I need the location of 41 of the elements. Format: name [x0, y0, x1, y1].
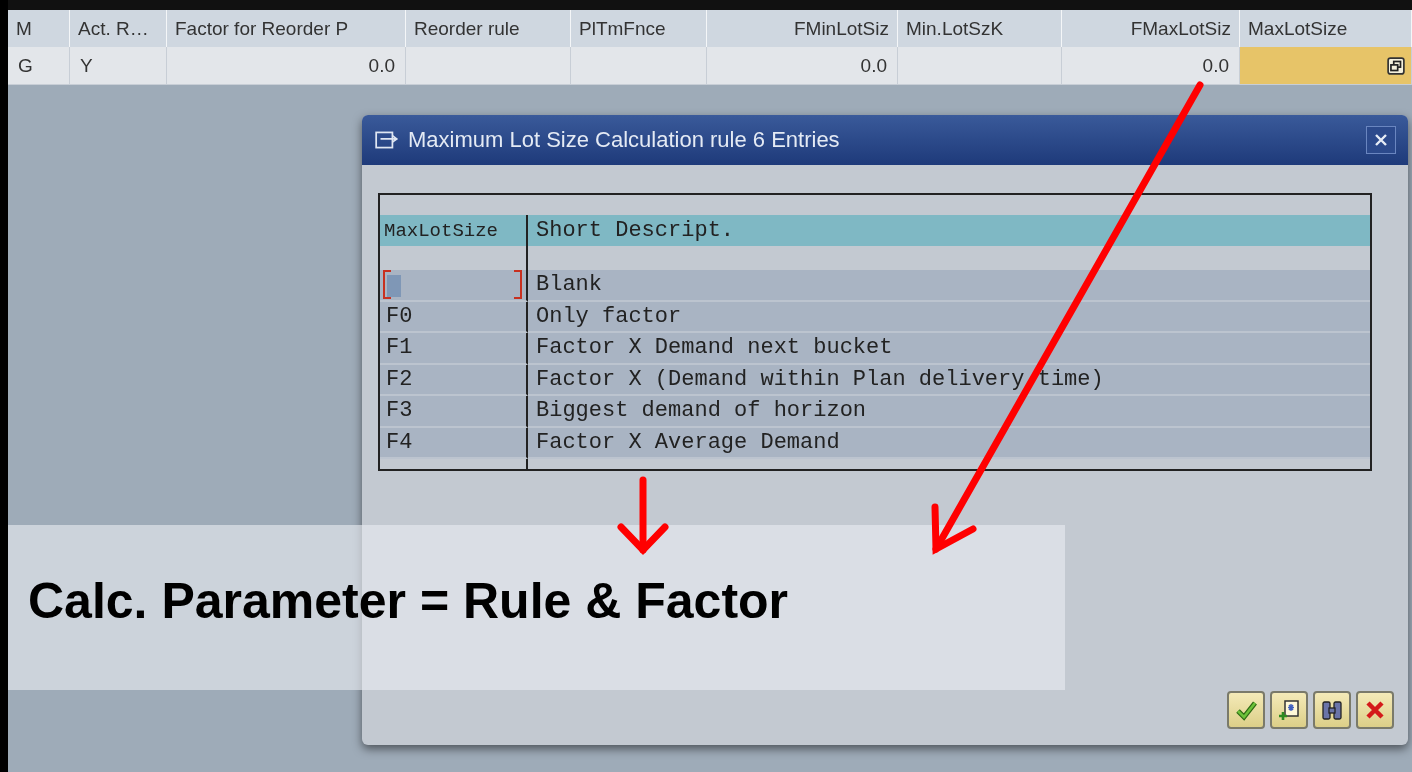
column-header[interactable]: Short Descript.	[528, 215, 1370, 246]
new-entry-button[interactable]	[1270, 691, 1308, 729]
table-cell[interactable]: Factor X Average Demand	[528, 427, 1370, 459]
table-cell[interactable]: F2	[380, 364, 528, 396]
table-cell: 0.0	[167, 47, 406, 85]
column-header[interactable]: Factor for Reorder P	[167, 10, 406, 47]
table-cell[interactable]: Factor X Demand next bucket	[528, 333, 1370, 365]
table-cell: 0.0	[1062, 47, 1240, 85]
list-icon	[374, 129, 400, 151]
column-header[interactable]: PlTmFnce	[571, 10, 707, 47]
column-header[interactable]: FMinLotSiz	[707, 10, 898, 47]
annotation-text: Calc. Parameter = Rule & Factor	[28, 572, 789, 630]
input-field[interactable]	[1240, 47, 1412, 85]
table-cell[interactable]: F4	[380, 427, 528, 459]
table-cell[interactable]	[380, 270, 528, 302]
close-button[interactable]	[1366, 126, 1396, 154]
new-entry-icon	[1277, 698, 1301, 722]
cancel-button[interactable]	[1356, 691, 1394, 729]
column-header[interactable]: MaxLotSize	[1240, 10, 1412, 47]
table-cell: G	[8, 47, 70, 85]
column-header[interactable]: Act. R…	[70, 10, 167, 47]
confirm-button[interactable]	[1227, 691, 1265, 729]
table-cell[interactable]: Biggest demand of horizon	[528, 396, 1370, 428]
dialog-title: Maximum Lot Size Calculation rule 6 Entries	[408, 127, 841, 153]
table-cell[interactable]: Blank	[528, 270, 1370, 302]
column-header[interactable]: MaxLotSize	[380, 215, 528, 246]
find-button[interactable]	[1313, 691, 1351, 729]
table-cell[interactable]: F1	[380, 333, 528, 365]
column-header[interactable]: Reorder rule	[406, 10, 571, 47]
column-header[interactable]: Min.LotSzK	[898, 10, 1062, 47]
value-help-icon[interactable]	[1387, 56, 1405, 75]
table-cell: Y	[70, 47, 167, 85]
table-cell[interactable]: Factor X (Demand within Plan delivery time)	[528, 364, 1370, 396]
table-cell[interactable]: F3	[380, 396, 528, 428]
column-header[interactable]: M	[8, 10, 70, 47]
binoculars-icon	[1320, 698, 1344, 722]
close-icon	[1374, 133, 1388, 147]
table-cell[interactable]: F0	[380, 301, 528, 333]
column-header[interactable]: FMaxLotSiz	[1062, 10, 1240, 47]
table-cell[interactable]: Only factor	[528, 301, 1370, 333]
table-cell: 0.0	[707, 47, 898, 85]
